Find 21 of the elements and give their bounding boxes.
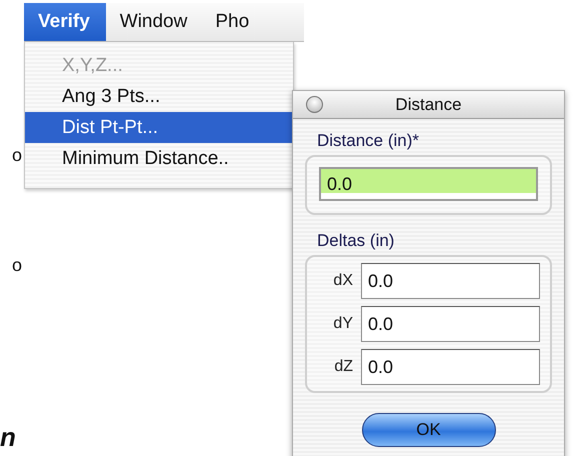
field-label: dZ [333,358,353,376]
input-field[interactable]: 0.0 [361,306,540,342]
field-label: dX [332,272,353,290]
window-title: Distance [395,94,462,114]
menu-item[interactable]: Ang 3 Pts... [25,81,293,112]
group-label: Distance (in)* [317,131,420,151]
menu-title[interactable]: Pho [201,3,264,41]
menu-item[interactable]: Dist Pt-Pt... [25,112,293,143]
text-fragment: o [11,144,24,164]
menu-title[interactable]: Window [106,3,202,41]
input-field[interactable]: 0.0 [361,349,540,385]
distance-field[interactable]: 0.0 [319,167,538,201]
text-fragment: n [0,424,16,450]
close-button[interactable] [306,96,323,113]
menu-item[interactable]: Minimum Distance.. [25,143,293,174]
group-label: Deltas (in) [317,231,396,251]
field-label: dY [332,315,353,333]
ok-button[interactable]: OK [362,413,496,447]
menu-title[interactable]: Verify [24,3,106,41]
text-fragment: o [11,254,24,274]
input-field[interactable]: 0.0 [361,263,540,299]
